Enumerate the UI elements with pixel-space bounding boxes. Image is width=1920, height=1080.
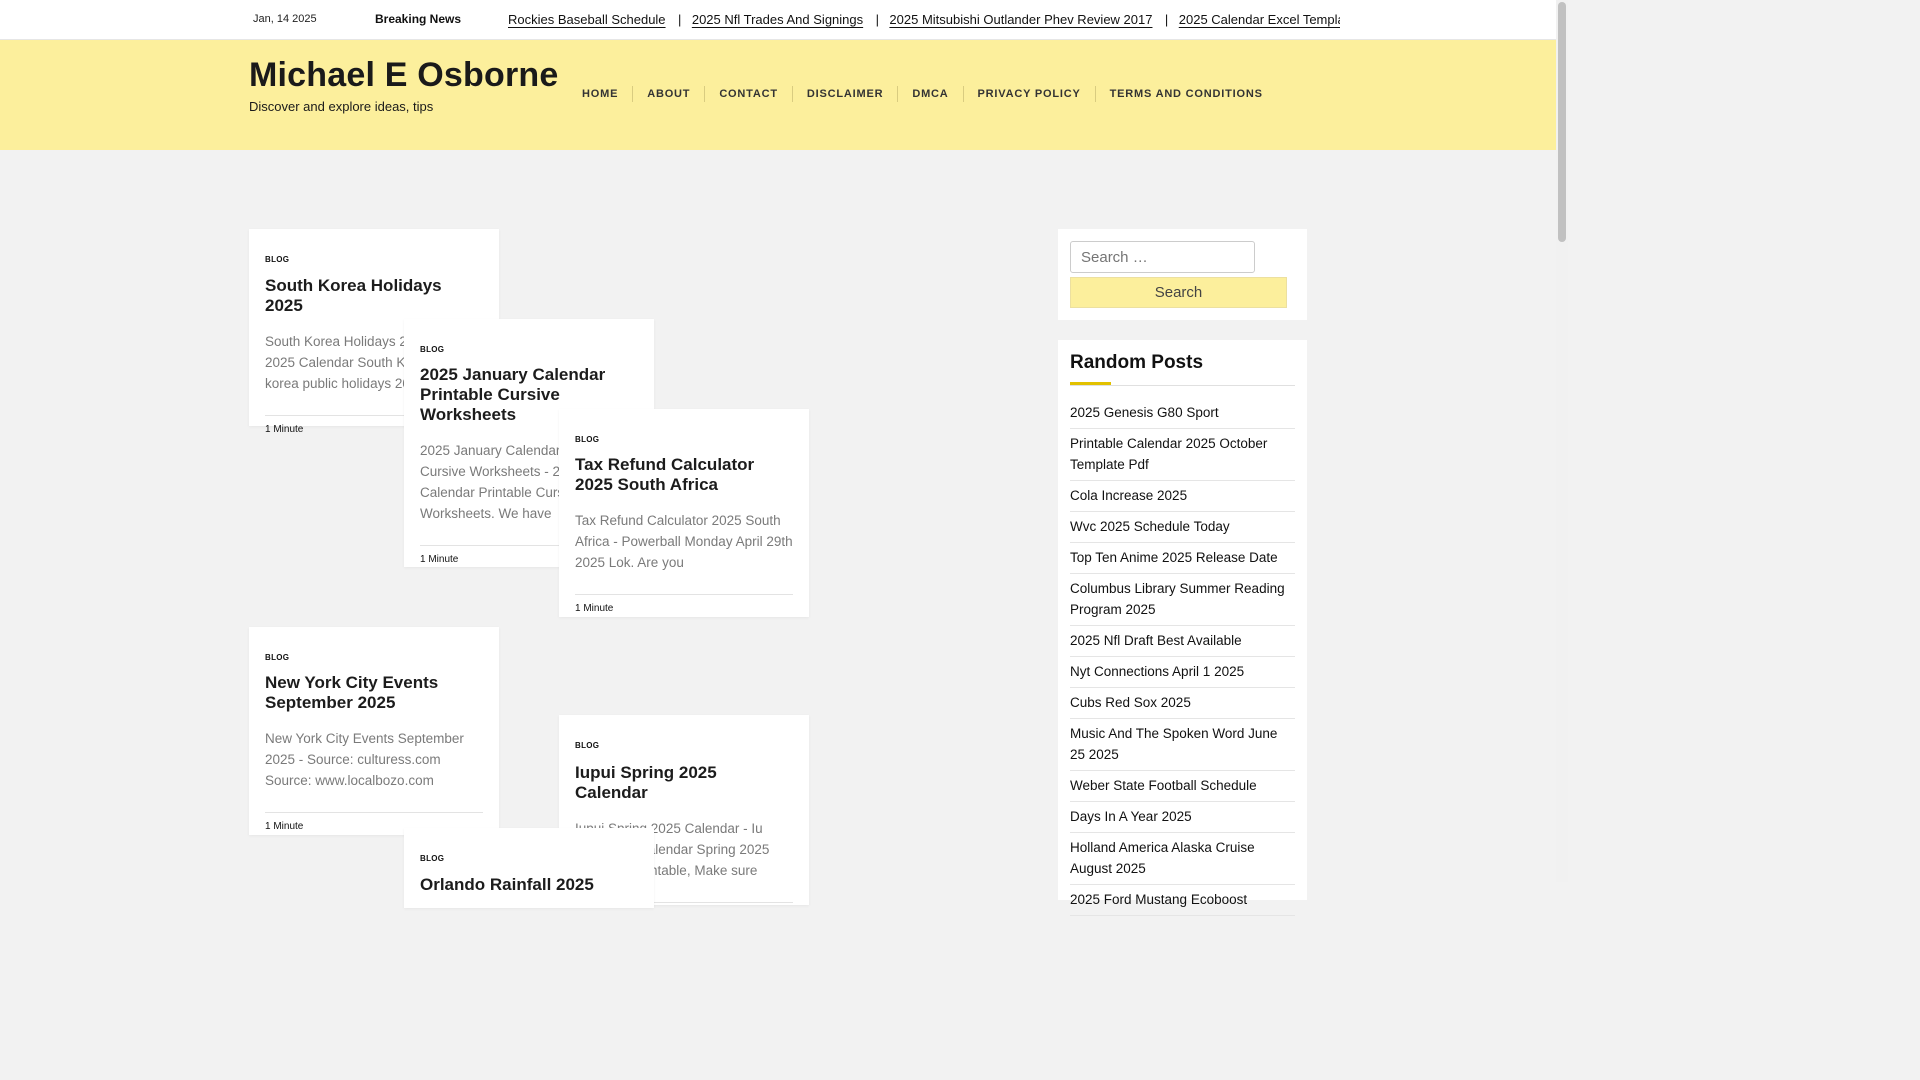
random-posts-widget: Random Posts 2025 Genesis G80 Sport Prin…	[1058, 340, 1307, 916]
nav-dmca[interactable]: DMCA	[898, 86, 964, 102]
random-post-link[interactable]: Music And The Spoken Word June 25 2025	[1070, 719, 1295, 771]
random-post-link[interactable]: Columbus Library Summer Reading Program …	[1070, 574, 1295, 626]
random-posts-list: 2025 Genesis G80 Sport Printable Calenda…	[1070, 398, 1295, 916]
ticker-item[interactable]: Rockies Baseball Schedule	[508, 0, 666, 40]
random-post-link[interactable]: Cubs Red Sox 2025	[1070, 688, 1295, 719]
post-category[interactable]: BLOG	[420, 854, 638, 863]
nav-terms[interactable]: TERMS AND CONDITIONS	[1096, 86, 1277, 102]
post-title[interactable]: Iupui Spring 2025 Calendar	[575, 763, 793, 803]
ticker-item[interactable]: 2025 Nfl Trades And Signings	[692, 0, 863, 40]
site-header: Michael E Osborne Discover and explore i…	[0, 40, 1556, 150]
top-bar: Jan, 14 2025 Breaking News Rockies Baseb…	[0, 0, 1556, 40]
random-post-link[interactable]: Cola Increase 2025	[1070, 481, 1295, 512]
post-category[interactable]: BLOG	[575, 435, 793, 444]
ticker-link[interactable]: 2025 Nfl Trades And Signings	[692, 12, 863, 27]
random-post-link[interactable]: Top Ten Anime 2025 Release Date	[1070, 543, 1295, 574]
post-title[interactable]: Tax Refund Calculator 2025 South Africa	[575, 455, 793, 495]
search-input[interactable]	[1070, 241, 1255, 273]
random-posts-heading: Random Posts	[1070, 352, 1204, 373]
post-title[interactable]: Orlando Rainfall 2025	[420, 875, 638, 895]
post-category[interactable]: BLOG	[420, 345, 638, 354]
post-card: BLOG Orlando Rainfall 2025	[404, 828, 654, 908]
random-post-link[interactable]: Printable Calendar 2025 October Template…	[1070, 429, 1295, 481]
current-date: Jan, 14 2025	[253, 13, 317, 25]
nav-privacy-policy[interactable]: PRIVACY POLICY	[964, 86, 1096, 102]
post-excerpt: Tax Refund Calculator 2025 South Africa …	[575, 513, 793, 570]
heading-accent-bar	[1070, 382, 1111, 385]
random-post-link[interactable]: Weber State Football Schedule	[1070, 771, 1295, 802]
ticker-separator: |	[875, 12, 879, 27]
random-post-link[interactable]: Days In A Year 2025	[1070, 802, 1295, 833]
post-title[interactable]: South Korea Holidays 2025	[265, 276, 483, 316]
ticker-separator: |	[678, 12, 682, 27]
random-post-link[interactable]: Nyt Connections April 1 2025	[1070, 657, 1295, 688]
breaking-news-label: Breaking News	[375, 12, 462, 26]
post-divider	[575, 594, 793, 595]
search-widget: Search	[1058, 229, 1307, 320]
scrollbar-thumb[interactable]	[1558, 2, 1566, 242]
page-scrollbar[interactable]	[1556, 0, 1568, 882]
random-post-link[interactable]: Holland America Alaska Cruise August 202…	[1070, 833, 1295, 885]
nav-home[interactable]: HOME	[568, 86, 634, 102]
post-category[interactable]: BLOG	[575, 741, 793, 750]
post-title[interactable]: New York City Events September 2025	[265, 673, 483, 713]
post-category[interactable]: BLOG	[265, 653, 483, 662]
nav-disclaimer[interactable]: DISCLAIMER	[793, 86, 899, 102]
nav-about[interactable]: ABOUT	[633, 86, 706, 102]
nav-contact[interactable]: CONTACT	[705, 86, 793, 102]
ticker-link[interactable]: 2025 Mitsubishi Outlander Phev Review 20…	[889, 12, 1152, 27]
ticker-item[interactable]: 2025 Calendar Excel Template	[1179, 0, 1340, 40]
breaking-news-ticker: Rockies Baseball Schedule | 2025 Nfl Tra…	[500, 0, 1340, 40]
post-category[interactable]: BLOG	[265, 255, 483, 264]
ticker-link[interactable]: 2025 Calendar Excel Template	[1179, 12, 1340, 27]
site-tagline: Discover and explore ideas, tips	[249, 99, 434, 114]
random-post-link[interactable]: 2025 Nfl Draft Best Available	[1070, 626, 1295, 657]
heading-underline	[1070, 382, 1295, 386]
post-card: BLOG New York City Events September 2025…	[249, 627, 499, 835]
post-excerpt: New York City Events September 2025 - So…	[265, 731, 464, 788]
ticker-separator: |	[1164, 12, 1169, 27]
post-divider	[265, 812, 483, 813]
search-button[interactable]: Search	[1070, 277, 1287, 308]
random-post-link[interactable]: 2025 Ford Mustang Ecoboost	[1070, 885, 1295, 916]
post-read-time: 1 Minute	[575, 603, 614, 614]
ticker-link[interactable]: Rockies Baseball Schedule	[508, 12, 666, 27]
random-post-link[interactable]: Wvc 2025 Schedule Today	[1070, 512, 1295, 543]
post-card: BLOG Tax Refund Calculator 2025 South Af…	[559, 409, 809, 617]
main-nav: HOME ABOUT CONTACT DISCLAIMER DMCA PRIVA…	[568, 86, 1277, 102]
ticker-item[interactable]: 2025 Mitsubishi Outlander Phev Review 20…	[889, 0, 1152, 40]
site-title[interactable]: Michael E Osborne	[249, 56, 558, 95]
random-post-link[interactable]: 2025 Genesis G80 Sport	[1070, 398, 1295, 429]
